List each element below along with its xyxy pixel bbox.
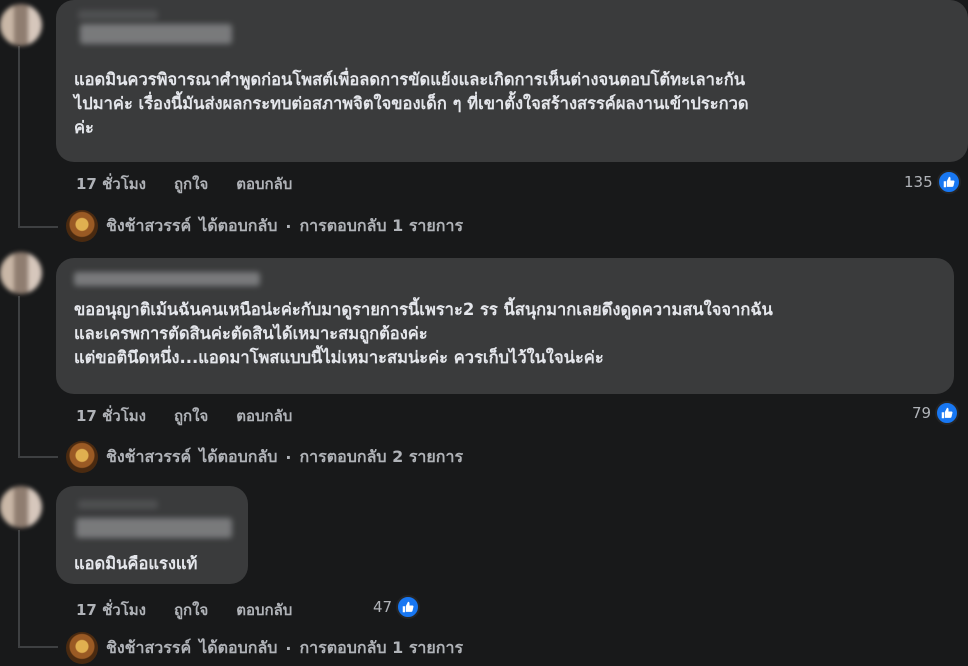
comment-line: ไปมาค่ะ เรื่องนี้มันส่งผลกระทบต่อสภาพจิต… xyxy=(74,94,749,113)
thread-line xyxy=(18,46,20,226)
comment-text: แอดมินคือแรงแท้ xyxy=(74,552,234,576)
like-count: 135 xyxy=(904,173,933,191)
reply-action: ได้ตอบกลับ xyxy=(199,637,278,657)
thumbs-up-icon xyxy=(936,170,961,194)
commenter-label-blurred xyxy=(78,500,158,509)
comment-line: แอดมินควรพิจารณาศำพูดก่อนโพสต์เพื่อลดการ… xyxy=(74,70,745,89)
thread-line xyxy=(18,456,58,458)
like-count: 79 xyxy=(912,404,932,422)
reply-link[interactable]: ตอบกลับ xyxy=(236,404,292,428)
separator-dot: · xyxy=(285,447,292,467)
page-avatar xyxy=(66,632,98,664)
reply-author: ชิงช้าสวรรค์ xyxy=(106,446,192,466)
page-avatar xyxy=(66,210,98,242)
view-replies-link[interactable]: ชิงช้าสวรรค์ ได้ตอบกลับ · การตอบกลับ 1 ร… xyxy=(66,632,463,664)
comment-timestamp[interactable]: 17 ชั่วโมง xyxy=(76,172,146,196)
comment-text: ขออนุญาติเม้นฉันคนเหนือน่ะค่ะกับมาดูรายก… xyxy=(74,298,940,370)
comment-line: และเครพการตัดสินค่ะตัดสินได้เหมาะสมถูกต้… xyxy=(74,324,428,343)
commenter-label-blurred xyxy=(78,10,158,20)
reply-link[interactable]: ตอบกลับ xyxy=(236,172,292,196)
commenter-avatar[interactable] xyxy=(0,486,42,528)
reaction-count[interactable]: 135 xyxy=(904,170,961,194)
comment-line: ค่ะ xyxy=(74,118,94,137)
comment-timestamp[interactable]: 17 ชั่วโมง xyxy=(76,404,146,428)
reply-link[interactable]: ตอบกลับ xyxy=(236,598,292,622)
thread-line xyxy=(18,226,58,228)
page-avatar xyxy=(66,441,98,473)
comment-text: แอดมินควรพิจารณาศำพูดก่อนโพสต์เพื่อลดการ… xyxy=(74,68,954,140)
comment-line: แอดมินคือแรงแท้ xyxy=(74,554,198,573)
comment-actions: 17 ชั่วโมง ถูกใจ ตอบกลับ xyxy=(76,172,292,196)
reply-action: ได้ตอบกลับ xyxy=(199,215,278,235)
reaction-count[interactable]: 79 xyxy=(912,401,960,425)
thumbs-up-icon xyxy=(935,401,960,425)
thumbs-up-icon xyxy=(396,595,421,619)
commenter-name-blurred[interactable] xyxy=(80,24,232,44)
like-link[interactable]: ถูกใจ xyxy=(174,598,208,622)
commenter-avatar[interactable] xyxy=(0,4,42,46)
reaction-count[interactable]: 47 xyxy=(373,595,421,619)
like-link[interactable]: ถูกใจ xyxy=(174,172,208,196)
commenter-name-blurred[interactable] xyxy=(76,518,232,538)
reply-count: การตอบกลับ 1 รายการ xyxy=(299,637,464,657)
commenter-name-blurred[interactable] xyxy=(74,272,260,286)
comment-line: แต่ขอตินึดหนึ่ง...แอดมาโพสแบบนี้ไม่เหมาะ… xyxy=(74,348,604,367)
reply-count: การตอบกลับ 2 รายการ xyxy=(299,446,464,466)
comment-bubble: ขออนุญาติเม้นฉันคนเหนือน่ะค่ะกับมาดูรายก… xyxy=(56,258,954,394)
view-replies-link[interactable]: ชิงช้าสวรรค์ ได้ตอบกลับ · การตอบกลับ 1 ร… xyxy=(66,210,463,242)
reply-action: ได้ตอบกลับ xyxy=(199,446,278,466)
view-replies-link[interactable]: ชิงช้าสวรรค์ ได้ตอบกลับ · การตอบกลับ 2 ร… xyxy=(66,441,463,473)
reply-author: ชิงช้าสวรรค์ xyxy=(106,637,192,657)
comment-bubble: แอดมินควรพิจารณาศำพูดก่อนโพสต์เพื่อลดการ… xyxy=(56,0,968,162)
comment-line: ขออนุญาติเม้นฉันคนเหนือน่ะค่ะกับมาดูรายก… xyxy=(74,300,773,319)
thread-line xyxy=(18,646,58,648)
thread-line xyxy=(18,296,20,456)
reply-count: การตอบกลับ 1 รายการ xyxy=(299,215,464,235)
separator-dot: · xyxy=(285,216,292,236)
comment-actions: 17 ชั่วโมง ถูกใจ ตอบกลับ xyxy=(76,404,292,428)
comment-timestamp[interactable]: 17 ชั่วโมง xyxy=(76,598,146,622)
reply-author: ชิงช้าสวรรค์ xyxy=(106,215,192,235)
comment-bubble: แอดมินคือแรงแท้ xyxy=(56,486,248,584)
thread-line xyxy=(18,530,20,646)
like-count: 47 xyxy=(373,598,393,616)
comment-actions: 17 ชั่วโมง ถูกใจ ตอบกลับ xyxy=(76,598,292,622)
separator-dot: · xyxy=(285,638,292,658)
commenter-avatar[interactable] xyxy=(0,252,42,294)
like-link[interactable]: ถูกใจ xyxy=(174,404,208,428)
